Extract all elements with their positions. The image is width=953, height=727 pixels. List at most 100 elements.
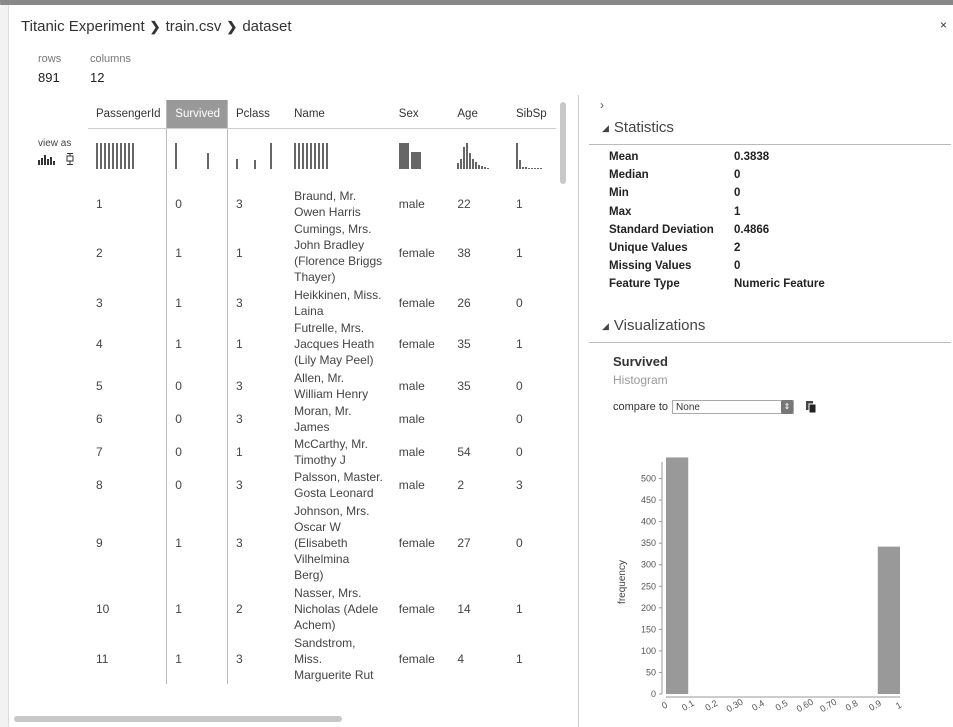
- sibsp-cell[interactable]: 0: [508, 369, 556, 402]
- mini-histogram-sibsp[interactable]: [508, 129, 556, 188]
- sex-cell[interactable]: female: [391, 584, 450, 634]
- pclass-cell[interactable]: 1: [228, 220, 287, 286]
- breadcrumb-experiment[interactable]: Titanic Experiment: [21, 18, 145, 35]
- histogram-bar[interactable]: [877, 546, 900, 694]
- sibsp-cell[interactable]: 1: [508, 634, 556, 684]
- visualizations-header[interactable]: ◢ Visualizations: [602, 317, 705, 334]
- pclass-cell[interactable]: 3: [228, 634, 287, 684]
- boxplot-view-icon[interactable]: [66, 153, 74, 165]
- name-cell[interactable]: Futrelle, Mrs. Jacques Heath (Lily May Pee…: [286, 319, 391, 369]
- age-cell[interactable]: 27: [449, 501, 508, 584]
- copy-icon[interactable]: [806, 401, 817, 413]
- name-cell[interactable]: Sandstrom, Miss. Marguerite Rut: [286, 634, 391, 684]
- horizontal-scroll-thumb[interactable]: [14, 716, 342, 722]
- pclass-cell[interactable]: 3: [228, 402, 287, 435]
- age-cell[interactable]: 4: [449, 634, 508, 684]
- passengerid-cell[interactable]: 7: [88, 435, 167, 468]
- survived-cell[interactable]: 1: [166, 634, 229, 684]
- pclass-cell[interactable]: 3: [228, 501, 287, 584]
- age-cell[interactable]: [449, 402, 508, 435]
- survived-cell[interactable]: 1: [166, 584, 229, 634]
- passengerid-cell[interactable]: 6: [88, 402, 167, 435]
- sibsp-cell[interactable]: 1: [508, 220, 556, 286]
- age-cell[interactable]: 38: [449, 220, 508, 286]
- close-icon[interactable]: ×: [940, 18, 947, 32]
- pclass-cell[interactable]: 2: [228, 584, 287, 634]
- sex-cell[interactable]: female: [391, 286, 450, 319]
- age-cell[interactable]: 54: [449, 435, 508, 468]
- column-header-sibsp[interactable]: SibSp: [507, 100, 556, 129]
- table-row[interactable]: 9 1 3 Johnson, Mrs. Oscar W (Elisabeth Vilhelm…: [88, 501, 556, 584]
- age-cell[interactable]: 14: [449, 584, 508, 634]
- sibsp-cell[interactable]: 0: [508, 286, 556, 319]
- table-vertical-scrollbar[interactable]: [558, 100, 568, 712]
- vertical-scroll-thumb[interactable]: [560, 102, 566, 184]
- passengerid-cell[interactable]: 4: [88, 319, 167, 369]
- compare-to-dropdown[interactable]: None ⇕: [672, 400, 795, 414]
- age-cell[interactable]: 26: [449, 286, 508, 319]
- table-row[interactable]: 4 1 1 Futrelle, Mrs. Jacques Heath (Lily May …: [88, 319, 556, 369]
- sex-cell[interactable]: male: [391, 435, 450, 468]
- column-header-sex[interactable]: Sex: [390, 100, 450, 129]
- table-row[interactable]: 1 0 3 Braund, Mr. Owen Harris male 22 1: [88, 187, 556, 220]
- name-cell[interactable]: Nasser, Mrs. Nicholas (Adele Achem): [286, 584, 391, 634]
- column-header-survived[interactable]: Survived: [166, 100, 229, 129]
- survived-cell[interactable]: 1: [166, 286, 229, 319]
- passengerid-cell[interactable]: 3: [88, 286, 167, 319]
- pclass-cell[interactable]: 1: [228, 435, 287, 468]
- mini-histogram-age[interactable]: [449, 129, 508, 188]
- table-row[interactable]: 8 0 3 Palsson, Master. Gosta Leonard male 2 3: [88, 468, 556, 501]
- sibsp-cell[interactable]: 1: [508, 319, 556, 369]
- pclass-cell[interactable]: 3: [228, 468, 287, 501]
- sibsp-cell[interactable]: 1: [508, 187, 556, 220]
- sex-cell[interactable]: female: [391, 501, 450, 584]
- sibsp-cell[interactable]: 0: [508, 501, 556, 584]
- name-cell[interactable]: Johnson, Mrs. Oscar W (Elisabeth Vilhelmina…: [286, 501, 391, 584]
- survived-cell[interactable]: 0: [166, 187, 229, 220]
- passengerid-cell[interactable]: 11: [88, 634, 167, 684]
- passengerid-cell[interactable]: 9: [88, 501, 167, 584]
- histogram-view-icon[interactable]: [38, 155, 56, 165]
- name-cell[interactable]: Moran, Mr. James: [286, 402, 391, 435]
- passengerid-cell[interactable]: 2: [88, 220, 167, 286]
- column-header-passengerid[interactable]: PassengerId: [88, 100, 167, 129]
- pclass-cell[interactable]: 3: [228, 286, 287, 319]
- sibsp-cell[interactable]: 1: [508, 584, 556, 634]
- name-cell[interactable]: Braund, Mr. Owen Harris: [286, 187, 391, 220]
- sibsp-cell[interactable]: 3: [508, 468, 556, 501]
- breadcrumb-file[interactable]: train.csv: [166, 18, 222, 35]
- table-row[interactable]: 10 1 2 Nasser, Mrs. Nicholas (Adele Achem) fem…: [88, 584, 556, 634]
- pclass-cell[interactable]: 1: [228, 319, 287, 369]
- sex-cell[interactable]: male: [391, 187, 450, 220]
- sex-cell[interactable]: male: [391, 468, 450, 501]
- table-row[interactable]: 11 1 3 Sandstrom, Miss. Marguerite Rut female 4…: [88, 634, 556, 684]
- name-cell[interactable]: Heikkinen, Miss. Laina: [286, 286, 391, 319]
- survived-cell[interactable]: 0: [166, 402, 229, 435]
- passengerid-cell[interactable]: 10: [88, 584, 167, 634]
- sibsp-cell[interactable]: 0: [508, 402, 556, 435]
- sex-cell[interactable]: female: [391, 220, 450, 286]
- sex-cell[interactable]: male: [391, 369, 450, 402]
- mini-histogram-survived[interactable]: [166, 128, 229, 187]
- pclass-cell[interactable]: 3: [228, 187, 287, 220]
- survived-cell[interactable]: 1: [166, 220, 229, 286]
- passengerid-cell[interactable]: 1: [88, 187, 167, 220]
- mini-histogram-passengerid[interactable]: [88, 129, 167, 188]
- table-horizontal-scrollbar[interactable]: [14, 715, 544, 723]
- passengerid-cell[interactable]: 5: [88, 369, 167, 402]
- age-cell[interactable]: 35: [449, 369, 508, 402]
- survived-cell[interactable]: 1: [166, 319, 229, 369]
- name-cell[interactable]: McCarthy, Mr. Timothy J: [286, 435, 391, 468]
- sex-cell[interactable]: female: [391, 319, 450, 369]
- age-cell[interactable]: 35: [449, 319, 508, 369]
- age-cell[interactable]: 2: [449, 468, 508, 501]
- survived-cell[interactable]: 1: [166, 501, 229, 584]
- table-row[interactable]: 6 0 3 Moran, Mr. James male 0: [88, 402, 556, 435]
- table-row[interactable]: 5 0 3 Allen, Mr. William Henry male 35 0: [88, 369, 556, 402]
- name-cell[interactable]: Allen, Mr. William Henry: [286, 369, 391, 402]
- column-header-name[interactable]: Name: [286, 100, 391, 129]
- sex-cell[interactable]: female: [391, 634, 450, 684]
- name-cell[interactable]: Palsson, Master. Gosta Leonard: [286, 468, 391, 501]
- table-row[interactable]: 7 0 1 McCarthy, Mr. Timothy Jmale 54 0: [88, 435, 556, 468]
- mini-histogram-sex[interactable]: [391, 129, 450, 188]
